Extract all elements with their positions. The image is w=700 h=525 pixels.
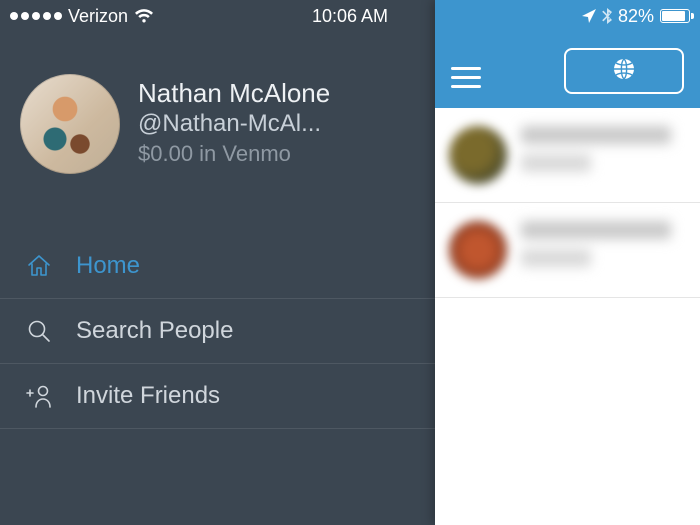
- status-right: 82%: [582, 6, 690, 27]
- location-icon: [582, 9, 596, 23]
- feed-avatar: [449, 221, 507, 279]
- status-time: 10:06 AM: [312, 6, 388, 27]
- profile-name: Nathan McAlone: [138, 79, 415, 109]
- feed-text-blurred: [521, 221, 686, 279]
- feed-scope-button[interactable]: [564, 48, 684, 94]
- bluetooth-icon: [602, 8, 612, 24]
- sidebar-menu: Home Search People Invite Friends: [0, 234, 435, 429]
- profile-handle: @Nathan-McAl...: [138, 109, 415, 139]
- globe-icon: [611, 56, 637, 87]
- feed-avatar: [449, 126, 507, 184]
- sidebar-item-home[interactable]: Home: [0, 234, 435, 299]
- sidebar-item-label: Search People: [76, 317, 233, 345]
- main-app[interactable]: [435, 0, 700, 525]
- feed-list[interactable]: [435, 108, 700, 525]
- home-icon: [24, 253, 54, 279]
- battery-percent: 82%: [618, 6, 654, 27]
- sidebar-item-invite[interactable]: Invite Friends: [0, 364, 435, 429]
- status-bar: Verizon 10:06 AM 82%: [0, 0, 700, 32]
- feed-item[interactable]: [435, 108, 700, 203]
- hamburger-icon[interactable]: [451, 67, 481, 94]
- wifi-icon: [134, 8, 154, 24]
- sidebar-item-label: Invite Friends: [76, 382, 220, 410]
- profile-block[interactable]: Nathan McAlone @Nathan-McAl... $0.00 in …: [0, 32, 435, 194]
- carrier-label: Verizon: [68, 6, 128, 27]
- avatar[interactable]: [20, 74, 120, 174]
- sidebar-item-label: Home: [76, 252, 140, 280]
- signal-strength-icon: [10, 12, 62, 20]
- feed-text-blurred: [521, 126, 686, 184]
- profile-text: Nathan McAlone @Nathan-McAl... $0.00 in …: [138, 79, 415, 169]
- screen: Verizon 10:06 AM 82% Nathan McAlone @N: [0, 0, 700, 525]
- battery-icon: [660, 9, 690, 23]
- sidebar-drawer: Nathan McAlone @Nathan-McAl... $0.00 in …: [0, 0, 435, 525]
- search-icon: [24, 318, 54, 344]
- status-left: Verizon: [10, 6, 154, 27]
- feed-item[interactable]: [435, 203, 700, 298]
- invite-icon: [24, 383, 54, 409]
- profile-balance: $0.00 in Venmo: [138, 139, 415, 169]
- sidebar-item-search[interactable]: Search People: [0, 299, 435, 364]
